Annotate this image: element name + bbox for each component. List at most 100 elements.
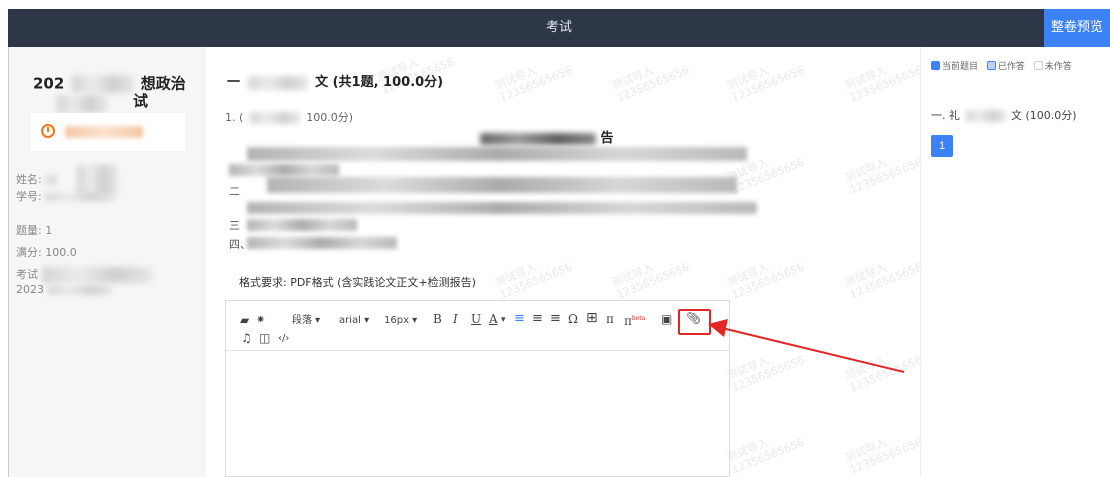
redacted-block bbox=[247, 75, 308, 90]
section-title-suffix: 文 (共1题, 100.0分) bbox=[315, 75, 444, 90]
chevron-down-icon[interactable]: ▾ bbox=[501, 313, 506, 327]
outline-marker: 三 bbox=[229, 219, 240, 232]
full-preview-button[interactable]: 整卷预览 bbox=[1044, 9, 1110, 47]
nav-section-prefix: 一. 礼 bbox=[931, 109, 960, 122]
exam-title: 202 想政治 试 bbox=[33, 74, 193, 113]
student-id: 学号: bbox=[16, 188, 116, 204]
question-nav-panel: 当前题目 已作答 未作答 一. 礼 文 (100.0分) 1 bbox=[920, 47, 1110, 477]
redacted-block bbox=[47, 285, 112, 295]
student-name: 姓名: bbox=[16, 171, 58, 187]
timer-value-redacted bbox=[65, 126, 143, 138]
beta-sup: beta bbox=[631, 315, 646, 322]
legend-unanswered: 未作答 bbox=[1044, 62, 1072, 72]
redacted-block bbox=[41, 267, 152, 283]
redacted-block bbox=[965, 110, 1006, 122]
watermark: 测试导入 12356565656 bbox=[842, 155, 925, 197]
rich-text-editor[interactable]: ▰ ✷ 段落 ▾ arial ▾ 16px ▾ B I U A ▾ ≡ ≡ ≡ … bbox=[225, 300, 730, 477]
status-legend: 当前题目 已作答 未作答 bbox=[931, 59, 1072, 72]
name-label: 姓名: bbox=[16, 173, 42, 186]
code-button[interactable]: ‹/› bbox=[278, 332, 289, 346]
watermark: 测试导入 12356565656 bbox=[724, 63, 807, 105]
align-right-icon[interactable]: ≡ bbox=[550, 312, 561, 326]
unanswered-swatch bbox=[1033, 61, 1043, 70]
answered-swatch bbox=[986, 61, 996, 70]
watermark: 测试导入 12356565656 bbox=[609, 63, 692, 105]
align-left-icon[interactable]: ≡ bbox=[514, 312, 525, 326]
exam-title-line2: 试 bbox=[133, 92, 149, 110]
image-icon[interactable]: ▣ bbox=[661, 312, 672, 326]
exam-title-prefix: 202 bbox=[33, 74, 65, 93]
watermark: 测试导入 12356565656 bbox=[609, 260, 692, 302]
redacted-line bbox=[247, 202, 757, 214]
legend-answered: 已作答 bbox=[997, 62, 1025, 72]
watermark: 测试导入 12356565656 bbox=[492, 260, 575, 302]
exam-time: 考试 bbox=[16, 266, 152, 283]
format-painter-icon[interactable]: ✷ bbox=[256, 313, 265, 327]
clock-icon bbox=[41, 124, 55, 138]
bold-button[interactable]: B bbox=[433, 312, 442, 326]
annotation-arrow bbox=[708, 319, 905, 373]
legend-current: 当前题目 bbox=[942, 62, 979, 72]
exam-info-panel: 202 想政治 试 姓名: 学号: 题量: 1 满分: 100.0 考试 202… bbox=[8, 47, 206, 477]
editor-toolbar: ▰ ✷ 段落 ▾ arial ▾ 16px ▾ B I U A ▾ ≡ ≡ ≡ … bbox=[226, 301, 729, 351]
exam-page: 考试 整卷预览 202 想政治 试 姓名: 学号: 题量: 1 满分: 100.… bbox=[0, 0, 1110, 477]
underline-button[interactable]: U bbox=[471, 312, 481, 326]
redacted-block bbox=[480, 132, 596, 145]
watermark: 测试导入 12356565656 bbox=[492, 63, 575, 105]
video-icon[interactable]: ◫ bbox=[259, 331, 270, 345]
answer-input[interactable] bbox=[226, 351, 729, 476]
font-size-select[interactable]: 16px ▾ bbox=[384, 314, 417, 328]
redacted-line bbox=[247, 237, 397, 249]
watermark: 测试导入 12356565656 bbox=[842, 63, 925, 105]
redacted-block bbox=[249, 112, 300, 124]
italic-button[interactable]: I bbox=[453, 312, 458, 326]
top-bar: 考试 整卷预览 bbox=[8, 9, 1110, 47]
redacted-block bbox=[45, 175, 58, 185]
watermark: 测试导入 12356565656 bbox=[724, 260, 807, 302]
document-heading: 告 bbox=[480, 127, 614, 146]
outline-marker: 二 bbox=[229, 185, 240, 198]
align-center-icon[interactable]: ≡ bbox=[532, 312, 543, 326]
page-title: 考试 bbox=[545, 20, 572, 35]
formula-beta-button[interactable]: πbeta bbox=[624, 312, 645, 328]
format-requirement: 格式要求: PDF格式 (含实践论文正文+检测报告) bbox=[239, 276, 476, 289]
section-title-prefix: 一 bbox=[227, 75, 241, 90]
question-count: 题量: 1 bbox=[16, 224, 53, 237]
heading-suffix: 告 bbox=[600, 131, 614, 146]
audio-icon[interactable]: ♫ bbox=[241, 331, 252, 345]
year-text: 2023 bbox=[16, 283, 44, 296]
redacted-block bbox=[57, 95, 107, 113]
redacted-block bbox=[71, 75, 134, 93]
redacted-block bbox=[45, 193, 116, 201]
outline-marker: 四、 bbox=[229, 238, 251, 251]
table-icon[interactable]: ⊞ bbox=[586, 311, 598, 325]
formula-button[interactable]: π bbox=[606, 312, 614, 326]
section-title: 一 文 (共1题, 100.0分) bbox=[227, 71, 443, 90]
size-label: 16px bbox=[384, 315, 409, 326]
font-label: arial bbox=[339, 315, 361, 326]
pi-beta-label: π bbox=[624, 314, 632, 328]
special-char-button[interactable]: Ω bbox=[568, 312, 578, 326]
exam-title-suffix: 想政治 bbox=[140, 74, 186, 93]
redacted-line bbox=[247, 219, 357, 231]
id-label: 学号: bbox=[16, 190, 42, 203]
paragraph-select[interactable]: 段落 ▾ bbox=[292, 314, 320, 328]
watermark: 测试导入 12356565656 bbox=[724, 435, 807, 477]
question-nav-button[interactable]: 1 bbox=[931, 135, 953, 157]
redacted-line bbox=[247, 147, 747, 161]
eraser-icon[interactable]: ▰ bbox=[240, 313, 249, 327]
paragraph-label: 段落 bbox=[292, 315, 312, 326]
redacted-line bbox=[267, 177, 737, 193]
question-suffix: 100.0分) bbox=[306, 111, 354, 124]
countdown-timer bbox=[31, 113, 185, 151]
full-score: 满分: 100.0 bbox=[16, 246, 77, 259]
current-swatch bbox=[931, 61, 940, 70]
font-family-select[interactable]: arial ▾ bbox=[339, 314, 369, 328]
exam-time-label: 考试 bbox=[16, 268, 38, 281]
question-prefix: 1. ( bbox=[225, 111, 244, 124]
nav-section-title: 一. 礼 文 (100.0分) bbox=[931, 107, 1077, 123]
nav-section-suffix: 文 (100.0分) bbox=[1011, 109, 1077, 122]
font-color-button[interactable]: A bbox=[489, 312, 498, 326]
redacted-line bbox=[229, 164, 339, 176]
exam-time-year: 2023 bbox=[16, 283, 112, 296]
